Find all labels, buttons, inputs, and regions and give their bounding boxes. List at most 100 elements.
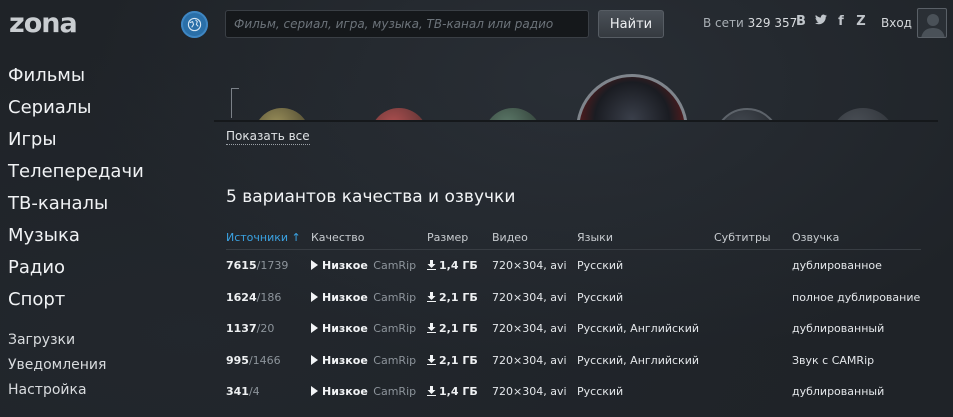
show-all-link[interactable]: Показать все <box>226 128 310 145</box>
table-row[interactable]: 1624/186 Низкое CamRip 2,1 ГБ 720×304, a… <box>226 282 921 314</box>
sidebar: Фильмы Сериалы Игры Телепередачи ТВ-кана… <box>8 64 144 405</box>
size-cell[interactable]: 2,1 ГБ <box>427 322 492 335</box>
seeds-count: 341 <box>226 385 249 399</box>
sidebar-item-radio[interactable]: Радио <box>8 256 144 288</box>
video-cell: 720×304, avi <box>492 290 567 304</box>
avatar-glyph <box>921 14 945 37</box>
play-icon <box>311 260 318 271</box>
carousel-edge-mark <box>231 88 239 118</box>
table-row[interactable]: 995/1466 Низкое CamRip 2,1 ГБ 720×304, a… <box>226 345 921 377</box>
peers-count: /1739 <box>256 259 289 273</box>
size-cell[interactable]: 2,1 ГБ <box>427 354 492 367</box>
sources-cell: 7615/1739 <box>226 259 311 272</box>
quality-tag: CamRip <box>373 290 417 304</box>
globe-icon[interactable] <box>181 11 208 38</box>
seeds-count: 7615 <box>226 259 257 273</box>
languages-cell: Русский, Английский <box>577 353 699 367</box>
column-header-languages[interactable]: Языки <box>577 231 714 244</box>
globe-glyph <box>187 17 202 32</box>
table-row[interactable]: 341/4 Низкое CamRip 1,4 ГБ 720×304, avi … <box>226 376 921 408</box>
column-header-dub[interactable]: Озвучка <box>792 231 921 244</box>
online-counter: В сети 329 357 <box>703 16 797 30</box>
sidebar-item-settings[interactable]: Настройка <box>8 380 144 405</box>
size-value: 2,1 ГБ <box>439 322 478 336</box>
vk-icon[interactable]: B <box>795 14 807 29</box>
twitter-icon[interactable] <box>815 14 827 29</box>
download-icon <box>427 323 436 334</box>
column-header-sources[interactable]: Источники ↑ <box>226 231 311 244</box>
online-label: В сети <box>703 16 744 30</box>
download-icon <box>427 291 436 302</box>
online-count: 329 357 <box>747 16 798 30</box>
video-cell: 720×304, avi <box>492 259 567 273</box>
quality-label: Низкое <box>322 322 368 336</box>
quality-cell[interactable]: Низкое CamRip <box>311 322 427 335</box>
sidebar-item-music[interactable]: Музыка <box>8 224 144 256</box>
quality-tag: CamRip <box>373 259 417 273</box>
size-cell[interactable]: 2,1 ГБ <box>427 291 492 304</box>
sidebar-item-games[interactable]: Игры <box>8 128 144 160</box>
quality-label: Низкое <box>322 353 368 367</box>
seeds-count: 1624 <box>226 290 257 304</box>
sources-cell: 341/4 <box>226 385 311 398</box>
sources-cell: 1624/186 <box>226 291 311 304</box>
table-header: Источники ↑ Качество Размер Видео Языки … <box>226 226 921 250</box>
languages-cell: Русский <box>577 259 624 273</box>
search-input[interactable] <box>225 10 589 38</box>
size-value: 2,1 ГБ <box>439 353 478 367</box>
sidebar-item-series[interactable]: Сериалы <box>8 96 144 128</box>
twitter-glyph <box>815 14 827 25</box>
play-icon <box>311 291 318 302</box>
sidebar-item-sport[interactable]: Спорт <box>8 288 144 320</box>
search-button[interactable]: Найти <box>598 10 664 38</box>
quality-tag: CamRip <box>373 385 417 399</box>
sidebar-item-downloads[interactable]: Загрузки <box>8 330 144 355</box>
facebook-icon[interactable]: f <box>835 14 847 29</box>
column-header-video[interactable]: Видео <box>492 231 577 244</box>
peers-count: /1466 <box>248 353 281 367</box>
quality-label: Низкое <box>322 290 368 304</box>
zona-social-icon[interactable]: Z <box>855 14 867 29</box>
download-icon <box>427 354 436 365</box>
quality-cell[interactable]: Низкое CamRip <box>311 385 427 398</box>
dub-cell: дублированный <box>792 322 885 336</box>
size-cell[interactable]: 1,4 ГБ <box>427 259 492 272</box>
column-header-subtitles[interactable]: Субтитры <box>714 231 792 244</box>
languages-cell: Русский <box>577 385 624 399</box>
section-title: 5 вариантов качества и озвучки <box>226 187 516 207</box>
header: zona Найти В сети 329 357 B f Z Вход <box>0 0 953 50</box>
quality-tag: CamRip <box>373 322 417 336</box>
size-value: 1,4 ГБ <box>439 385 478 399</box>
size-cell[interactable]: 1,4 ГБ <box>427 385 492 398</box>
carousel-divider <box>214 120 938 122</box>
peers-count: /186 <box>256 290 282 304</box>
sidebar-item-notifications[interactable]: Уведомления <box>8 355 144 380</box>
play-icon <box>311 354 318 365</box>
table-row[interactable]: 7615/1739 Низкое CamRip 1,4 ГБ 720×304, … <box>226 250 921 282</box>
size-value: 2,1 ГБ <box>439 290 478 304</box>
sidebar-item-tv-channels[interactable]: ТВ-каналы <box>8 192 144 224</box>
download-icon <box>427 386 436 397</box>
column-header-size[interactable]: Размер <box>427 231 492 244</box>
sidebar-item-films[interactable]: Фильмы <box>8 64 144 96</box>
column-header-quality[interactable]: Качество <box>311 231 427 244</box>
play-icon <box>311 323 318 334</box>
user-avatar-icon[interactable] <box>917 8 947 38</box>
quality-cell[interactable]: Низкое CamRip <box>311 259 427 272</box>
video-cell: 720×304, avi <box>492 385 567 399</box>
table-row[interactable]: 1137/20 Низкое CamRip 2,1 ГБ 720×304, av… <box>226 313 921 345</box>
dub-cell: полное дублирование <box>792 290 921 304</box>
carousel-thumbnail-active[interactable] <box>576 74 688 122</box>
logo[interactable]: zona <box>9 8 78 39</box>
social-links: B f Z <box>795 14 867 29</box>
sidebar-item-tv-shows[interactable]: Телепередачи <box>8 160 144 192</box>
quality-cell[interactable]: Низкое CamRip <box>311 291 427 304</box>
cast-carousel <box>214 50 938 122</box>
peers-count: /20 <box>256 322 275 336</box>
dub-cell: дублированное <box>792 259 882 273</box>
quality-cell[interactable]: Низкое CamRip <box>311 354 427 367</box>
login-link[interactable]: Вход <box>881 16 912 30</box>
peers-count: /4 <box>248 385 260 399</box>
quality-label: Низкое <box>322 385 368 399</box>
quality-label: Низкое <box>322 259 368 273</box>
